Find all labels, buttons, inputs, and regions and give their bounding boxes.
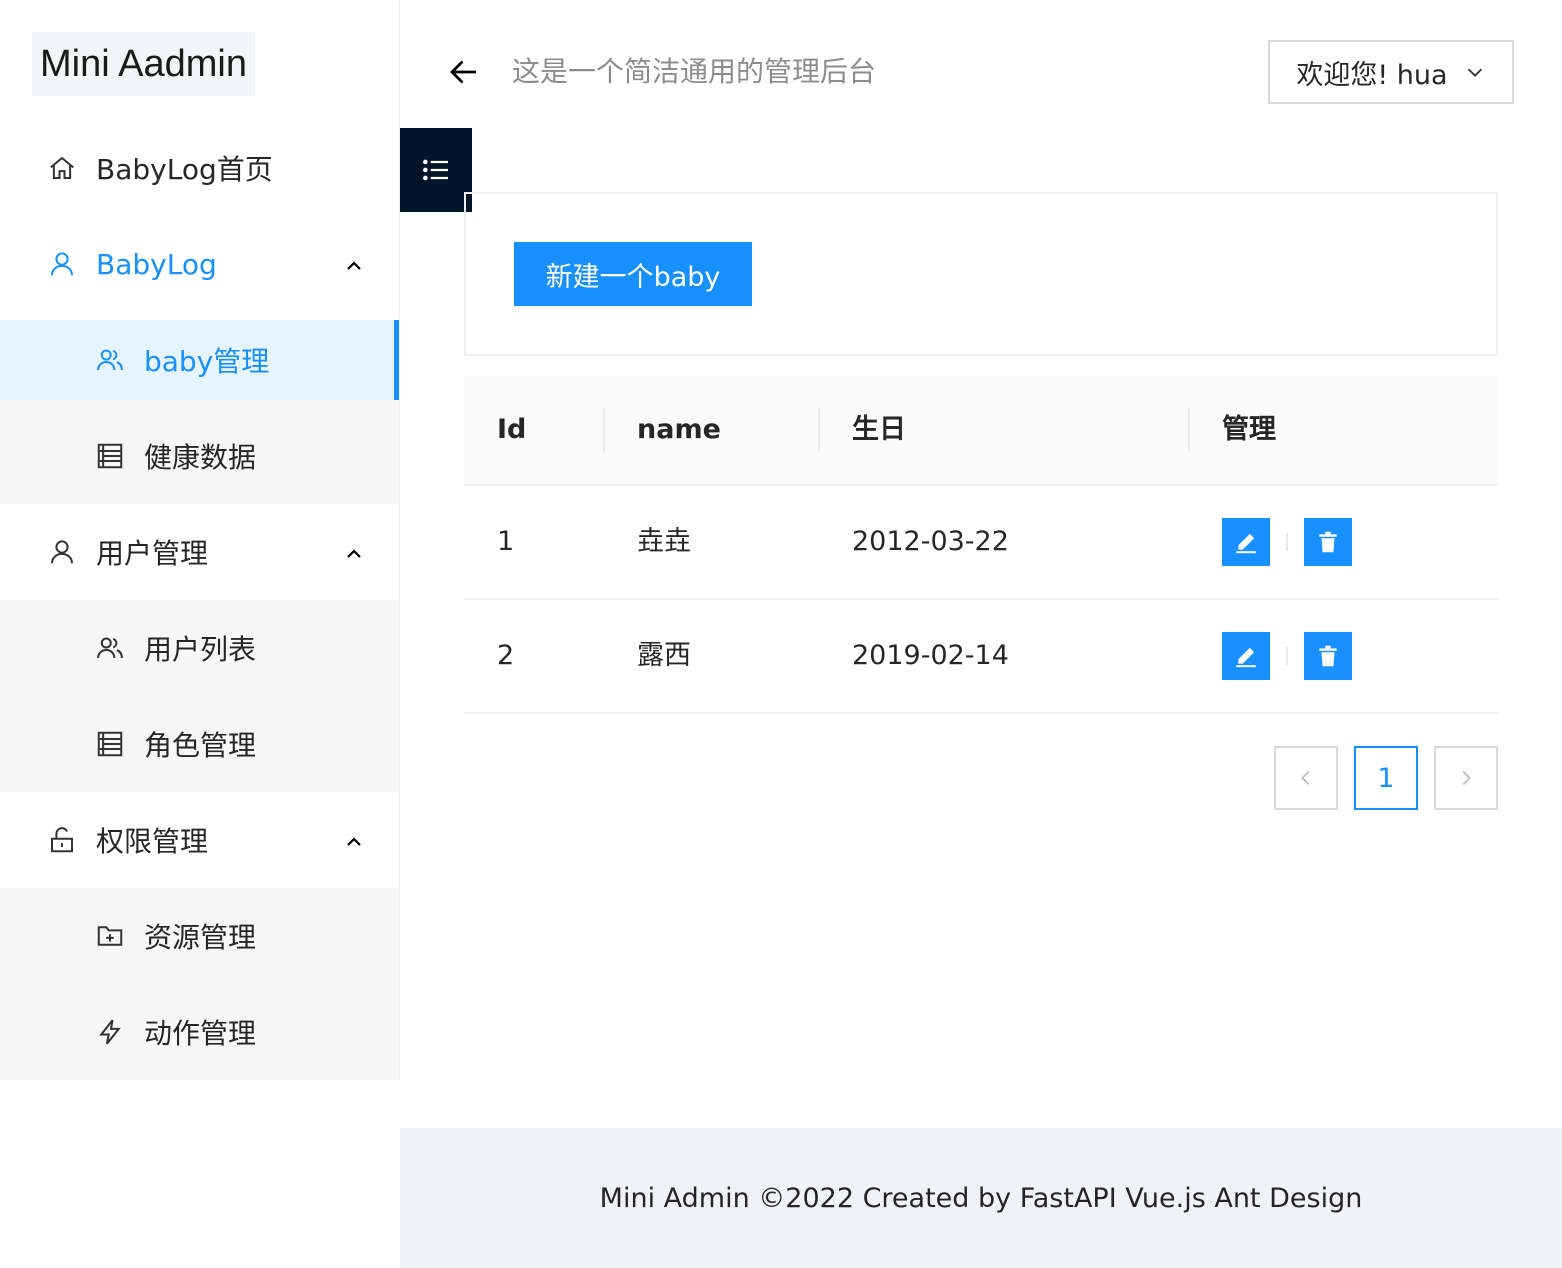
edit-button[interactable] [1222,632,1270,680]
cell-id: 2 [497,640,515,671]
table-row: 1 垚垚 2012-03-22 [464,486,1498,600]
pagination-page-1[interactable]: 1 [1354,746,1418,810]
chevron-down-icon [1467,68,1482,77]
chevron-left-icon [1301,770,1310,786]
footer: Mini Admin ©2022 Created by FastAPI Vue.… [400,1128,1562,1268]
edit-icon [1236,647,1256,668]
chevron-up-icon [342,540,366,564]
sidebar-item-label: BabyLog首页 [96,153,273,186]
sidebar-item-role-manage[interactable]: 角色管理 [0,696,400,792]
table-icon [94,728,126,760]
sidebar-item-babylog[interactable]: BabyLog [0,216,400,312]
sidebar: Mini Aadmin BabyLog首页 BabyLog baby管理 健康数… [0,0,400,1268]
edit-button[interactable] [1222,518,1270,566]
column-header-manage: 管理 [1222,414,1276,445]
chevron-up-icon [342,252,366,276]
row-actions [1222,632,1352,680]
cell-name: 垚垚 [637,526,691,557]
sidebar-item-user-list[interactable]: 用户列表 [0,600,400,696]
column-header-id: Id [497,414,527,445]
sidebar-item-label: 角色管理 [144,729,257,762]
cell-birthday: 2012-03-22 [852,526,1009,557]
sidebar-item-label: baby管理 [144,345,270,378]
edit-icon [1236,533,1256,554]
sidebar-item-label: 健康数据 [144,441,257,474]
menu-unfold-icon [422,159,448,181]
row-actions [1222,518,1352,566]
sidebar-item-permission-manage[interactable]: 权限管理 [0,792,400,888]
back-arrow-icon[interactable] [446,54,482,90]
app-root: Mini Aadmin BabyLog首页 BabyLog baby管理 健康数… [0,0,1562,1268]
column-header-name: name [637,414,721,445]
delete-button[interactable] [1304,632,1352,680]
column-separator [1188,408,1190,452]
sidebar-item-user-manage[interactable]: 用户管理 [0,504,400,600]
user-greeting: 欢迎您! hua [1296,59,1448,91]
sidebar-item-label: 动作管理 [144,1017,257,1050]
home-icon [46,152,78,184]
user-dropdown[interactable]: 欢迎您! hua [1268,40,1514,104]
sidebar-item-label: 用户列表 [144,633,257,666]
column-separator [818,408,820,452]
delete-icon [1319,645,1337,667]
cell-birthday: 2019-02-14 [852,640,1009,671]
pagination-next-button[interactable] [1434,746,1498,810]
team-icon [94,632,126,664]
sidebar-item-health-data[interactable]: 健康数据 [0,408,400,504]
sidebar-item-label: 用户管理 [96,537,209,570]
thunderbolt-icon [94,1016,126,1048]
column-separator [603,408,605,452]
cell-id: 1 [497,526,515,557]
folder-add-icon [94,920,126,952]
sidebar-item-babylog-home[interactable]: BabyLog首页 [0,120,400,216]
user-icon [46,536,78,568]
create-baby-button[interactable]: 新建一个baby [514,242,752,306]
pagination-prev-button[interactable] [1274,746,1338,810]
delete-icon [1319,531,1337,553]
column-header-birthday: 生日 [852,414,906,445]
sidebar-item-label: 权限管理 [96,825,209,858]
table-row: 2 露西 2019-02-14 [464,600,1498,714]
footer-text: Mini Admin ©2022 Created by FastAPI Vue.… [599,1182,1363,1214]
delete-button[interactable] [1304,518,1352,566]
baby-table: Id name 生日 管理 1 垚垚 2012-03-22 2 露西 2019-… [464,376,1498,714]
sidebar-item-label: BabyLog [96,247,217,281]
action-divider [1286,533,1288,551]
chevron-right-icon [1462,770,1471,786]
unlock-icon [46,824,78,856]
sidebar-item-action-manage[interactable]: 动作管理 [0,984,400,1080]
table-icon [94,440,126,472]
page-subtitle: 这是一个简洁通用的管理后台 [512,55,877,88]
user-icon [46,248,78,280]
sidebar-item-resource-manage[interactable]: 资源管理 [0,888,400,984]
menu-toggle-button[interactable] [400,128,472,212]
sidebar-item-label: 资源管理 [144,921,257,954]
cell-name: 露西 [637,640,691,671]
chevron-up-icon [342,828,366,852]
table-header: Id name 生日 管理 [464,376,1498,486]
team-icon [94,344,126,376]
action-divider [1286,647,1288,665]
sidebar-item-baby-manage[interactable]: baby管理 [0,320,400,400]
app-logo[interactable]: Mini Aadmin [32,32,255,96]
